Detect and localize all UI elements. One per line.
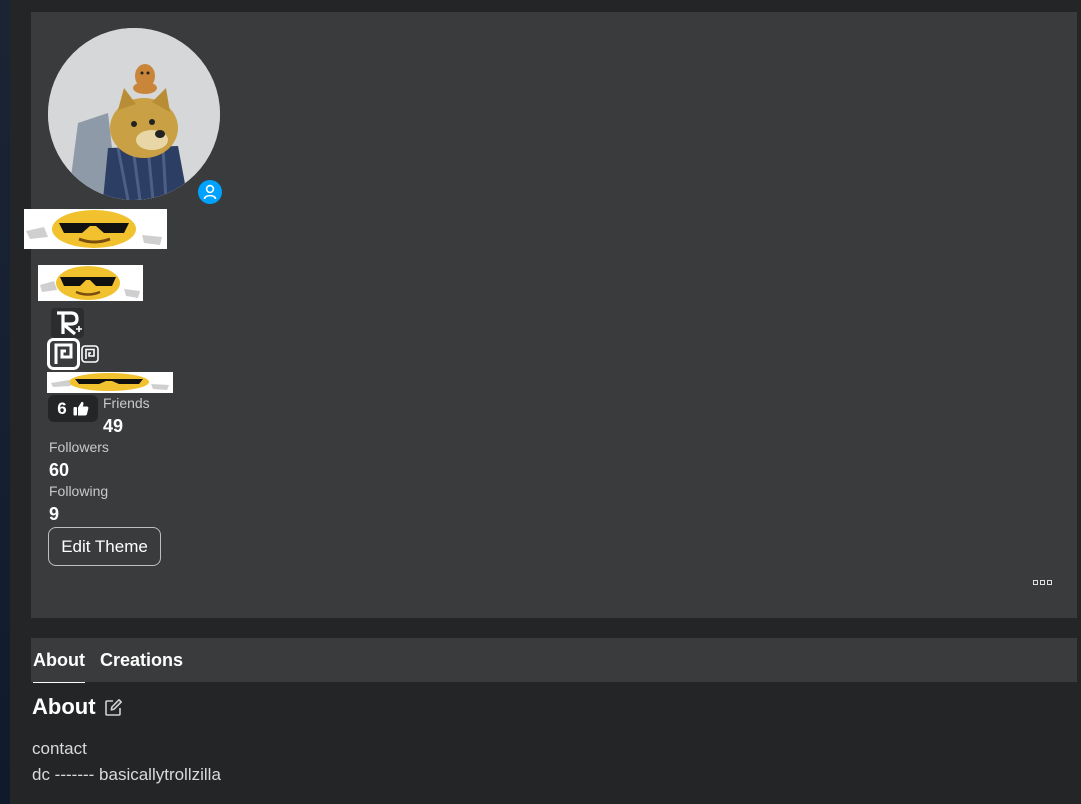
friends-label[interactable]: Friends — [103, 395, 150, 411]
profile-header-card: 6 Friends 49 Followers 60 Following 9 Ed… — [24, 12, 1077, 618]
thumbs-up-icon — [73, 401, 89, 416]
followers-label[interactable]: Followers — [49, 439, 109, 455]
about-text-line: contact — [32, 739, 87, 758]
page-top-strip — [10, 0, 1081, 12]
tab-about-label: About — [33, 649, 85, 670]
avatar-image — [48, 28, 220, 200]
about-title: About — [32, 694, 96, 719]
presence-badge — [195, 177, 225, 207]
more-options-icon[interactable] — [1033, 580, 1052, 585]
tab-creations[interactable]: Creations — [100, 638, 183, 682]
edit-icon[interactable] — [104, 698, 123, 717]
sunglasses-smiley-image — [38, 265, 143, 301]
friends-count[interactable]: 49 — [103, 416, 123, 437]
likes-count: 6 — [57, 398, 67, 418]
tab-about[interactable]: About — [33, 638, 85, 683]
tab-creations-label: Creations — [100, 649, 184, 670]
user-presence-icon — [198, 180, 222, 204]
followers-count[interactable]: 60 — [49, 460, 69, 481]
edit-theme-button[interactable]: Edit Theme — [48, 527, 161, 566]
sunglasses-smiley-image — [47, 372, 173, 393]
page-background-strip — [0, 0, 10, 804]
tab-divider — [31, 680, 191, 682]
following-count[interactable]: 9 — [49, 504, 59, 525]
premium-icon — [47, 338, 83, 375]
about-section-header: About — [32, 694, 123, 720]
about-text-line: dc ------- basicallytrollzilla — [32, 765, 221, 784]
avatar-container[interactable] — [48, 28, 225, 207]
avatar[interactable] — [48, 28, 220, 200]
sunglasses-smiley-image — [24, 209, 167, 249]
profile-tabs: About Creations — [31, 638, 1077, 683]
likes-chip: 6 — [48, 395, 98, 422]
following-label[interactable]: Following — [49, 483, 108, 499]
premium-small-icon — [81, 345, 99, 368]
